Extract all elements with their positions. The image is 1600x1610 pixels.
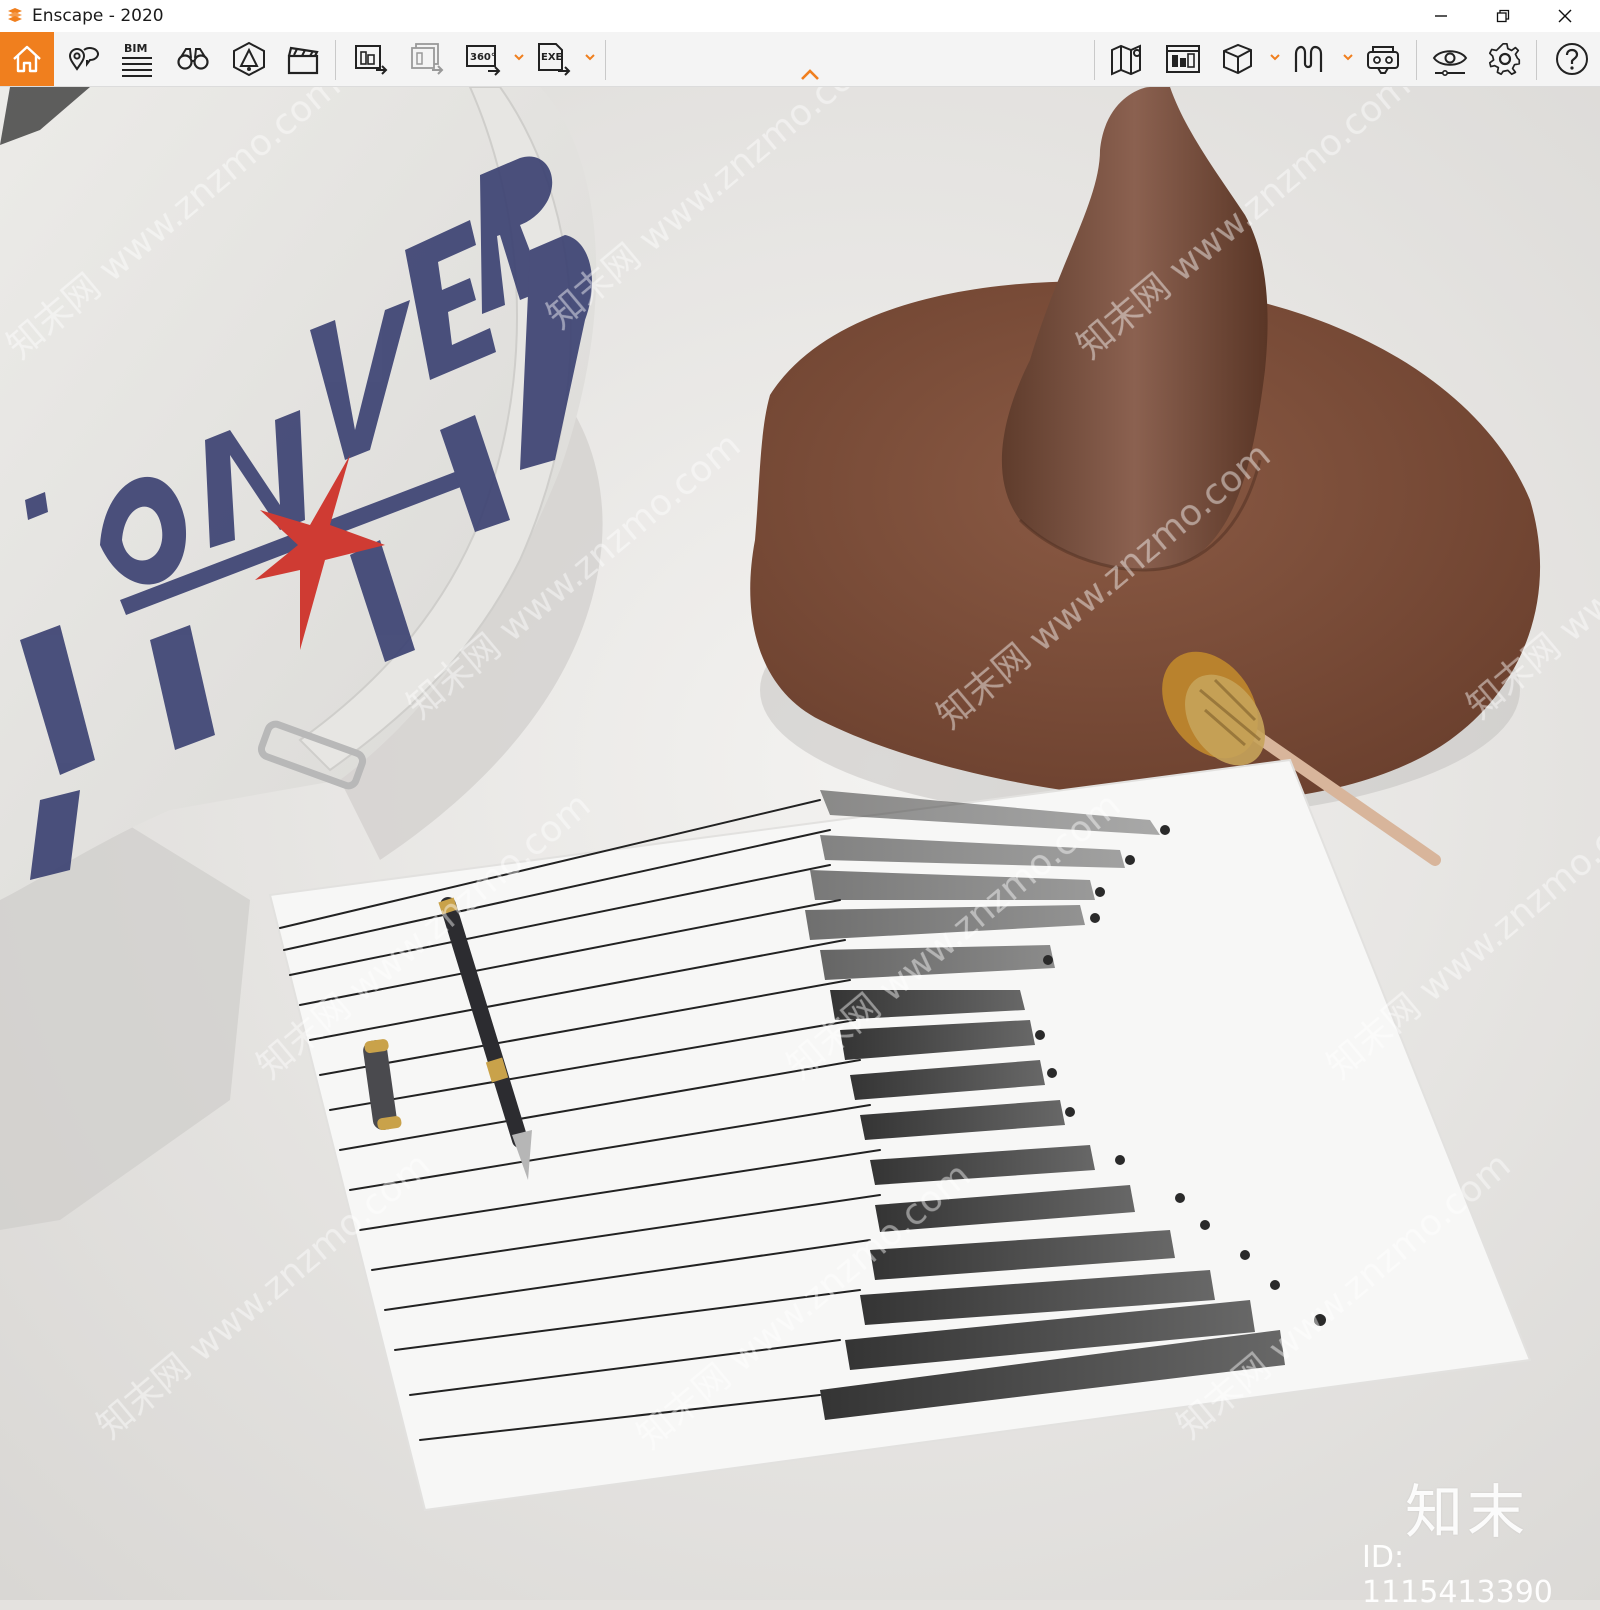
binoculars-icon bbox=[177, 48, 209, 70]
views-button[interactable] bbox=[60, 37, 106, 81]
asset-library-icon bbox=[1166, 45, 1200, 73]
minimize-icon bbox=[1435, 15, 1447, 17]
views-icon bbox=[68, 47, 99, 71]
panorama-export-button[interactable]: 360° bbox=[460, 37, 506, 81]
toolbar-separator bbox=[1536, 40, 1537, 80]
help-button[interactable] bbox=[1549, 37, 1595, 81]
exe-export-button[interactable]: EXE bbox=[530, 37, 576, 81]
atmosphere-button[interactable] bbox=[226, 37, 272, 81]
enscape-logo-icon bbox=[8, 8, 22, 22]
general-settings-button[interactable] bbox=[1482, 37, 1528, 81]
help-icon bbox=[1556, 43, 1588, 75]
svg-text:BIM: BIM bbox=[124, 42, 147, 55]
svg-text:360°: 360° bbox=[470, 52, 496, 63]
sun-icon bbox=[233, 41, 265, 77]
batch-export-button[interactable] bbox=[404, 37, 450, 81]
render-viewport[interactable]: 知末网 www.znzmo.com 知末网 www.znzmo.com 知末网 … bbox=[0, 87, 1600, 1600]
screenshot-export-icon bbox=[355, 45, 388, 75]
restore-button[interactable] bbox=[1472, 0, 1534, 32]
collapse-toolbar-chevron-icon[interactable] bbox=[799, 67, 821, 81]
batch-export-icon bbox=[411, 43, 444, 75]
object-settings-button[interactable] bbox=[1214, 37, 1260, 81]
vr-headset-icon bbox=[1367, 46, 1399, 74]
bim-icon: BIM bbox=[122, 42, 152, 77]
rendered-scene: 知末网 www.znzmo.com 知末网 www.znzmo.com 知末网 … bbox=[0, 87, 1600, 1600]
restore-icon bbox=[1496, 9, 1510, 23]
clapperboard-icon bbox=[287, 46, 319, 75]
chevron-down-icon[interactable] bbox=[512, 50, 526, 64]
visual-settings-button[interactable] bbox=[1427, 37, 1473, 81]
toolbar-separator bbox=[1094, 40, 1095, 80]
toolbar-separator bbox=[1416, 40, 1417, 80]
minimize-button[interactable] bbox=[1410, 0, 1472, 32]
exe-export-icon: EXE bbox=[538, 43, 571, 76]
gear-icon bbox=[1488, 42, 1521, 76]
close-button[interactable] bbox=[1534, 0, 1596, 32]
bim-button[interactable]: BIM bbox=[114, 37, 160, 81]
material-icon bbox=[1294, 45, 1323, 72]
toolbar-separator bbox=[335, 40, 336, 80]
chevron-down-icon[interactable] bbox=[1268, 50, 1282, 64]
map-button[interactable] bbox=[1104, 37, 1150, 81]
close-icon bbox=[1558, 9, 1572, 23]
home-icon bbox=[13, 45, 41, 73]
walk-mode-button[interactable] bbox=[170, 37, 216, 81]
map-icon bbox=[1111, 44, 1141, 76]
material-editor-button[interactable] bbox=[1286, 37, 1332, 81]
eye-visual-settings-icon bbox=[1432, 50, 1468, 76]
title-bar: Enscape - 2020 bbox=[0, 0, 1600, 32]
toolbar-separator bbox=[605, 40, 606, 80]
svg-text:EXE: EXE bbox=[541, 52, 563, 63]
asset-library-button[interactable] bbox=[1160, 37, 1206, 81]
panorama-export-icon: 360° bbox=[466, 45, 501, 76]
video-editor-button[interactable] bbox=[280, 37, 326, 81]
window-title: Enscape - 2020 bbox=[32, 6, 164, 26]
screenshot-export-button[interactable] bbox=[348, 37, 394, 81]
vr-headset-button[interactable] bbox=[1360, 37, 1406, 81]
watermark-brand: 知末 bbox=[1405, 1478, 1530, 1546]
chevron-down-icon[interactable] bbox=[1341, 50, 1355, 64]
home-button[interactable] bbox=[0, 32, 54, 86]
cube-icon bbox=[1223, 43, 1252, 75]
chevron-down-icon[interactable] bbox=[583, 50, 597, 64]
